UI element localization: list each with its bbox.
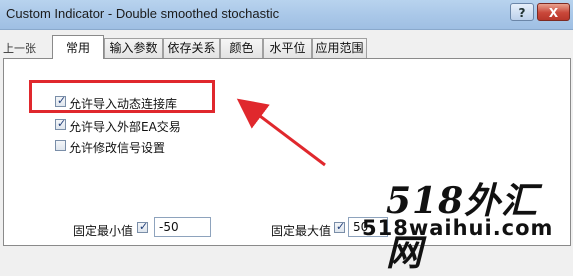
fixed-min-checkbox[interactable]: ✓ [137,220,149,233]
fixed-max-label: 固定最大值 [271,224,332,238]
check-icon: ✓ [139,220,149,233]
fixed-min-label: 固定最小值 [73,224,134,238]
watermark-url: 518waihui.com [362,216,554,240]
fixed-max-checkbox[interactable]: ✓ [334,220,346,233]
tab-common[interactable]: 常用 [52,35,104,59]
fixed-min-input[interactable]: -50 [154,217,211,237]
check-icon: ✓ [336,220,346,233]
